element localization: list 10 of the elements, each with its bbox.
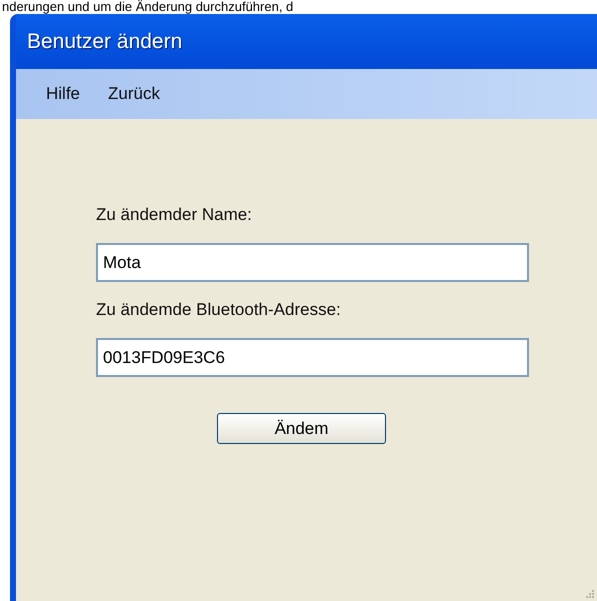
field-label: Zu ändemder Name: xyxy=(96,205,253,225)
input-field[interactable]: 0013FD09E3C6 xyxy=(96,338,529,377)
window-title: Benutzer ändern xyxy=(27,28,182,55)
resize-grip-icon xyxy=(583,587,595,599)
field-label: Zu ändemde Bluetooth-Adresse: xyxy=(96,300,342,320)
menu-item[interactable]: Zurück xyxy=(108,81,160,107)
input-field[interactable]: Mota xyxy=(96,243,529,282)
menu-item[interactable]: Hilfe xyxy=(46,81,80,107)
caption-text: nderungen und um die Änderung durchzuführen, d xyxy=(2,0,294,14)
change-button[interactable]: Ändem xyxy=(217,413,386,444)
